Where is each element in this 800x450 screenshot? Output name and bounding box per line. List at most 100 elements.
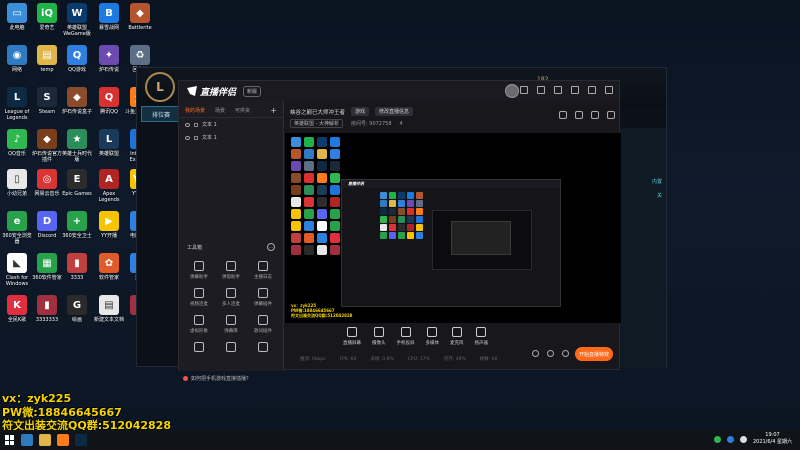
task-view-icon[interactable] — [21, 434, 33, 446]
desktop-icon[interactable]: ◉ 网络 — [0, 45, 34, 73]
desktop-icon[interactable]: ◆ 炉石传说官方 插件 — [30, 129, 64, 163]
desktop-icon[interactable]: iQ 爱奇艺 — [30, 3, 64, 31]
desktop-icon[interactable]: ▯ 小幼兄弟 — [0, 169, 34, 197]
room-sub-tag[interactable]: 英雄联盟 - 大神解析 — [290, 119, 343, 128]
stream-app-taskbar-icon[interactable] — [57, 434, 69, 446]
tool-button[interactable]: 弹幕助手 — [183, 261, 215, 280]
clock[interactable]: 19:07 2021/6/4 星期六 — [753, 432, 792, 446]
source-control-icon — [400, 327, 411, 337]
tool-button[interactable]: 歌词插件 — [247, 315, 279, 334]
scene-item[interactable]: 文本 1 — [179, 131, 283, 144]
desktop-icon[interactable]: ◆ 炉石传说盒子 — [60, 87, 94, 115]
desktop-icon[interactable]: ▤ 新建文本文档 — [92, 295, 126, 323]
lol-taskbar-icon[interactable] — [75, 434, 87, 446]
desktop-icon[interactable]: ▶ YY开播 — [92, 211, 126, 239]
source-control[interactable]: 摄像头 — [372, 327, 386, 346]
tool-label: 弹幕助手 — [190, 275, 208, 280]
lock-icon[interactable] — [194, 135, 198, 140]
desktop-icon[interactable]: L League of Legends — [0, 87, 34, 121]
tool-button[interactable]: 多人连麦 — [215, 288, 247, 307]
desktop-icon[interactable]: ◆ Battlerite — [123, 3, 157, 31]
share-icon[interactable] — [607, 111, 615, 119]
desktop-icon[interactable]: K 全民K歌 — [0, 295, 34, 323]
desktop-icon[interactable]: +360安全卫士 — [60, 211, 94, 239]
source-control[interactable]: 麦克风 — [450, 327, 464, 346]
preview-nested-brand: 直播伴侣 — [348, 181, 364, 186]
status-item: CPU: 17% — [407, 356, 430, 362]
desktop-icon[interactable]: Q 腾讯QQ — [92, 87, 126, 115]
desktop-icon[interactable]: G 绘画 — [60, 295, 94, 323]
tool-icon — [194, 315, 204, 325]
desktop-icon[interactable]: ◣ Clash for Windows — [0, 253, 34, 287]
desktop-icon[interactable]: Q QQ游戏 — [60, 45, 94, 73]
skin-icon[interactable] — [554, 86, 562, 94]
tab-scene[interactable]: 场景 — [215, 107, 225, 114]
preview-icon — [330, 197, 340, 207]
tool-button[interactable]: 虚拟形象 — [183, 315, 215, 334]
edit-room-button[interactable]: 修改直播信息 — [375, 107, 414, 116]
desktop-icon[interactable]: ◎ 网易云音乐 — [30, 169, 64, 197]
source-control[interactable]: 多媒体 — [426, 327, 439, 346]
copy-icon[interactable] — [575, 111, 583, 119]
lock-icon[interactable] — [194, 122, 198, 127]
close-icon[interactable] — [605, 86, 613, 94]
more-icon[interactable]: … — [267, 243, 275, 251]
desktop-icon[interactable]: ▦ 360软件管家 — [30, 253, 64, 281]
desktop-icon[interactable]: B 暴雪战网 — [92, 3, 126, 31]
menu-icon[interactable] — [537, 86, 545, 94]
windows-start-icon[interactable] — [5, 435, 15, 445]
maximize-icon[interactable] — [588, 86, 596, 94]
desktop-icon[interactable]: ✿ 软件管家 — [92, 253, 126, 281]
tool-button[interactable]: 弹幕插件 — [247, 288, 279, 307]
eye-icon[interactable] — [185, 122, 190, 127]
desktop-icon[interactable]: S Steam — [30, 87, 64, 115]
desktop-icon[interactable]: e 360安全浏览 器 — [0, 211, 34, 245]
network-tray-icon[interactable] — [726, 435, 734, 443]
desktop-icon[interactable]: W 英雄联盟 WeGame版 — [60, 3, 94, 37]
minimize-icon[interactable] — [571, 86, 579, 94]
desktop-icon[interactable]: E Epic Games — [60, 169, 94, 197]
room-category[interactable]: 游戏 — [351, 107, 370, 116]
desktop-icon[interactable]: L 英雄联盟 — [92, 129, 126, 157]
desktop-icon[interactable]: ▮ 3333333 — [30, 295, 64, 323]
settings-icon[interactable] — [520, 86, 528, 94]
tool-icon — [258, 261, 268, 271]
desktop-icon[interactable]: A Apex Legends — [92, 169, 126, 203]
scene-item[interactable]: 文本 1 — [179, 118, 283, 131]
source-control[interactable]: 扬声器 — [475, 327, 488, 346]
tool-button[interactable]: 弹幕库 — [215, 315, 247, 334]
preview-icon — [330, 233, 340, 243]
desktop-icon[interactable]: ♪ QQ音乐 — [0, 129, 34, 157]
add-scene-icon[interactable]: + — [270, 106, 277, 115]
desktop-icon[interactable]: ✦ 炉石传说 — [92, 45, 126, 73]
preview-icon — [389, 224, 396, 231]
tool-button[interactable]: 弹窗助手 — [215, 261, 247, 280]
desktop-icon[interactable]: D Discord — [30, 211, 64, 239]
desktop-icon-label: 爱奇艺 — [39, 25, 55, 31]
tab-resources[interactable]: 可供资 — [235, 107, 250, 114]
preview-icon — [330, 221, 340, 231]
lol-logo-icon[interactable]: L — [145, 72, 175, 102]
avatar[interactable] — [505, 84, 519, 98]
tool-button[interactable]: 视频连麦 — [183, 288, 215, 307]
desktop-icon[interactable]: ▭ 此电脑 — [0, 3, 34, 31]
desktop-icon[interactable]: ▮ 3333 — [60, 253, 94, 281]
tab-my-scene[interactable]: 我的场景 — [185, 107, 205, 114]
gift-icon[interactable] — [559, 111, 567, 119]
tool-button[interactable]: 主播日志 — [247, 261, 279, 280]
stream-preview[interactable]: 直播伴侣 vx：zyk225 PW微:18846645667 符文出装交流QQ群… — [285, 133, 621, 323]
source-control[interactable]: 手机投屏 — [397, 327, 415, 346]
volume-tray-icon[interactable] — [739, 435, 747, 443]
version-badge[interactable]: 新版 — [243, 85, 262, 97]
preview-icon — [330, 161, 340, 171]
tip-link[interactable]: 如何把手机游戏直接插播？ — [183, 375, 251, 382]
desktop-icon[interactable]: ▤ temp — [30, 45, 64, 73]
lol-play-button[interactable]: 排位赛 — [141, 106, 181, 122]
file-explorer-icon[interactable] — [39, 434, 51, 446]
source-control[interactable]: 直播屏幕 — [343, 327, 361, 346]
tool-label: 虚拟形象 — [190, 329, 208, 334]
desktop-icon[interactable]: ★ 英雄士兵时代 版 — [60, 129, 94, 163]
link-icon[interactable] — [591, 111, 599, 119]
eye-icon[interactable] — [185, 135, 190, 140]
wechat-tray-icon[interactable] — [713, 435, 721, 443]
